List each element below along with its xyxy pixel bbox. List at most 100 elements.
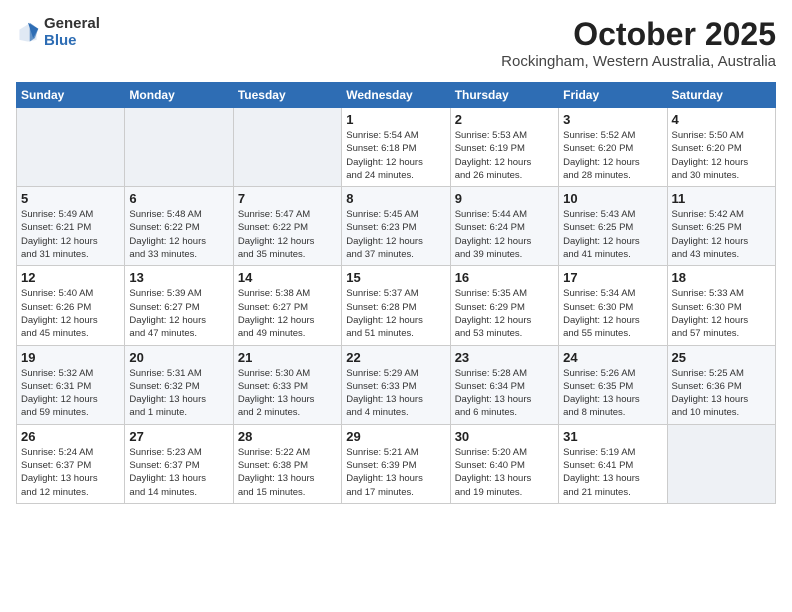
day-info: Sunrise: 5:45 AM Sunset: 6:23 PM Dayligh…	[346, 208, 445, 261]
weekday-header-wednesday: Wednesday	[342, 83, 450, 108]
day-number: 2	[455, 112, 554, 127]
calendar-week-4: 19 Sunrise: 5:32 AM Sunset: 6:31 PM Dayli…	[17, 345, 776, 424]
day-number: 15	[346, 270, 445, 285]
location: Rockingham, Western Australia, Australia	[501, 53, 776, 70]
day-number: 30	[455, 429, 554, 444]
calendar-day-30: 30 Sunrise: 5:20 AM Sunset: 6:40 PM Dayli…	[450, 424, 558, 503]
day-number: 28	[238, 429, 337, 444]
calendar-day-7: 7 Sunrise: 5:47 AM Sunset: 6:22 PM Daylig…	[233, 187, 341, 266]
day-info: Sunrise: 5:24 AM Sunset: 6:37 PM Dayligh…	[21, 446, 120, 499]
calendar-day-2: 2Sunrise: 5:53 AM Sunset: 6:19 PM Daylig…	[450, 108, 558, 187]
weekday-header-row: SundayMondayTuesdayWednesdayThursdayFrid…	[17, 83, 776, 108]
day-info: Sunrise: 5:52 AM Sunset: 6:20 PM Dayligh…	[563, 129, 662, 182]
calendar-day-18: 18 Sunrise: 5:33 AM Sunset: 6:30 PM Dayli…	[667, 266, 775, 345]
day-info: Sunrise: 5:43 AM Sunset: 6:25 PM Dayligh…	[563, 208, 662, 261]
day-info: Sunrise: 5:34 AM Sunset: 6:30 PM Dayligh…	[563, 287, 662, 340]
day-info: Sunrise: 5:40 AM Sunset: 6:26 PM Dayligh…	[21, 287, 120, 340]
calendar-day-29: 29Sunrise: 5:21 AM Sunset: 6:39 PM Dayli…	[342, 424, 450, 503]
weekday-header-thursday: Thursday	[450, 83, 558, 108]
day-number: 31	[563, 429, 662, 444]
day-number: 23	[455, 350, 554, 365]
page-header: General Blue October 2025 Rockingham, We…	[16, 16, 776, 70]
day-info: Sunrise: 5:42 AM Sunset: 6:25 PM Dayligh…	[672, 208, 771, 261]
calendar-day-24: 24Sunrise: 5:26 AM Sunset: 6:35 PM Dayli…	[559, 345, 667, 424]
day-number: 7	[238, 191, 337, 206]
day-info: Sunrise: 5:44 AM Sunset: 6:24 PM Dayligh…	[455, 208, 554, 261]
weekday-header-monday: Monday	[125, 83, 233, 108]
day-info: Sunrise: 5:39 AM Sunset: 6:27 PM Dayligh…	[129, 287, 228, 340]
day-info: Sunrise: 5:29 AM Sunset: 6:33 PM Dayligh…	[346, 367, 445, 420]
calendar-day-16: 16 Sunrise: 5:35 AM Sunset: 6:29 PM Dayli…	[450, 266, 558, 345]
day-number: 1	[346, 112, 445, 127]
calendar-empty-cell	[17, 108, 125, 187]
calendar-day-31: 31 Sunrise: 5:19 AM Sunset: 6:41 PM Dayli…	[559, 424, 667, 503]
day-info: Sunrise: 5:33 AM Sunset: 6:30 PM Dayligh…	[672, 287, 771, 340]
day-number: 26	[21, 429, 120, 444]
calendar-empty-cell	[233, 108, 341, 187]
day-info: Sunrise: 5:30 AM Sunset: 6:33 PM Dayligh…	[238, 367, 337, 420]
weekday-header-tuesday: Tuesday	[233, 83, 341, 108]
weekday-header-friday: Friday	[559, 83, 667, 108]
day-number: 25	[672, 350, 771, 365]
calendar-day-20: 20 Sunrise: 5:31 AM Sunset: 6:32 PM Dayli…	[125, 345, 233, 424]
calendar-day-25: 25 Sunrise: 5:25 AM Sunset: 6:36 PM Dayli…	[667, 345, 775, 424]
logo-general: General	[44, 16, 100, 33]
day-number: 12	[21, 270, 120, 285]
day-info: Sunrise: 5:19 AM Sunset: 6:41 PM Dayligh…	[563, 446, 662, 499]
calendar-day-19: 19 Sunrise: 5:32 AM Sunset: 6:31 PM Dayli…	[17, 345, 125, 424]
calendar-week-1: 1 Sunrise: 5:54 AM Sunset: 6:18 PM Daylig…	[17, 108, 776, 187]
logo-icon	[16, 21, 40, 45]
day-number: 4	[672, 112, 771, 127]
day-info: Sunrise: 5:32 AM Sunset: 6:31 PM Dayligh…	[21, 367, 120, 420]
day-number: 16	[455, 270, 554, 285]
calendar-day-1: 1 Sunrise: 5:54 AM Sunset: 6:18 PM Daylig…	[342, 108, 450, 187]
day-info: Sunrise: 5:49 AM Sunset: 6:21 PM Dayligh…	[21, 208, 120, 261]
day-info: Sunrise: 5:50 AM Sunset: 6:20 PM Dayligh…	[672, 129, 771, 182]
day-number: 3	[563, 112, 662, 127]
calendar-day-14: 14 Sunrise: 5:38 AM Sunset: 6:27 PM Dayli…	[233, 266, 341, 345]
day-number: 11	[672, 191, 771, 206]
calendar-week-3: 12 Sunrise: 5:40 AM Sunset: 6:26 PM Dayli…	[17, 266, 776, 345]
day-info: Sunrise: 5:47 AM Sunset: 6:22 PM Dayligh…	[238, 208, 337, 261]
calendar-day-27: 27Sunrise: 5:23 AM Sunset: 6:37 PM Dayli…	[125, 424, 233, 503]
day-info: Sunrise: 5:22 AM Sunset: 6:38 PM Dayligh…	[238, 446, 337, 499]
day-info: Sunrise: 5:28 AM Sunset: 6:34 PM Dayligh…	[455, 367, 554, 420]
calendar-day-4: 4 Sunrise: 5:50 AM Sunset: 6:20 PM Daylig…	[667, 108, 775, 187]
day-info: Sunrise: 5:20 AM Sunset: 6:40 PM Dayligh…	[455, 446, 554, 499]
day-number: 18	[672, 270, 771, 285]
calendar-day-8: 8Sunrise: 5:45 AM Sunset: 6:23 PM Daylig…	[342, 187, 450, 266]
month-title: October 2025	[501, 16, 776, 53]
day-info: Sunrise: 5:48 AM Sunset: 6:22 PM Dayligh…	[129, 208, 228, 261]
calendar-day-26: 26 Sunrise: 5:24 AM Sunset: 6:37 PM Dayli…	[17, 424, 125, 503]
logo-blue: Blue	[44, 33, 100, 50]
calendar-day-12: 12 Sunrise: 5:40 AM Sunset: 6:26 PM Dayli…	[17, 266, 125, 345]
day-number: 17	[563, 270, 662, 285]
calendar-day-15: 15 Sunrise: 5:37 AM Sunset: 6:28 PM Dayli…	[342, 266, 450, 345]
day-number: 5	[21, 191, 120, 206]
day-number: 20	[129, 350, 228, 365]
calendar-week-2: 5 Sunrise: 5:49 AM Sunset: 6:21 PM Daylig…	[17, 187, 776, 266]
calendar-day-9: 9 Sunrise: 5:44 AM Sunset: 6:24 PM Daylig…	[450, 187, 558, 266]
calendar-day-3: 3 Sunrise: 5:52 AM Sunset: 6:20 PM Daylig…	[559, 108, 667, 187]
calendar-day-6: 6Sunrise: 5:48 AM Sunset: 6:22 PM Daylig…	[125, 187, 233, 266]
day-info: Sunrise: 5:25 AM Sunset: 6:36 PM Dayligh…	[672, 367, 771, 420]
day-info: Sunrise: 5:21 AM Sunset: 6:39 PM Dayligh…	[346, 446, 445, 499]
calendar-day-17: 17 Sunrise: 5:34 AM Sunset: 6:30 PM Dayli…	[559, 266, 667, 345]
calendar-empty-cell	[667, 424, 775, 503]
day-number: 9	[455, 191, 554, 206]
day-info: Sunrise: 5:37 AM Sunset: 6:28 PM Dayligh…	[346, 287, 445, 340]
calendar-week-5: 26 Sunrise: 5:24 AM Sunset: 6:37 PM Dayli…	[17, 424, 776, 503]
calendar-day-13: 13 Sunrise: 5:39 AM Sunset: 6:27 PM Dayli…	[125, 266, 233, 345]
day-number: 19	[21, 350, 120, 365]
calendar-table: SundayMondayTuesdayWednesdayThursdayFrid…	[16, 82, 776, 504]
day-info: Sunrise: 5:23 AM Sunset: 6:37 PM Dayligh…	[129, 446, 228, 499]
day-number: 22	[346, 350, 445, 365]
day-info: Sunrise: 5:54 AM Sunset: 6:18 PM Dayligh…	[346, 129, 445, 182]
day-info: Sunrise: 5:35 AM Sunset: 6:29 PM Dayligh…	[455, 287, 554, 340]
day-number: 13	[129, 270, 228, 285]
day-info: Sunrise: 5:26 AM Sunset: 6:35 PM Dayligh…	[563, 367, 662, 420]
day-number: 14	[238, 270, 337, 285]
logo-text: General Blue	[44, 16, 100, 49]
day-info: Sunrise: 5:31 AM Sunset: 6:32 PM Dayligh…	[129, 367, 228, 420]
day-info: Sunrise: 5:38 AM Sunset: 6:27 PM Dayligh…	[238, 287, 337, 340]
